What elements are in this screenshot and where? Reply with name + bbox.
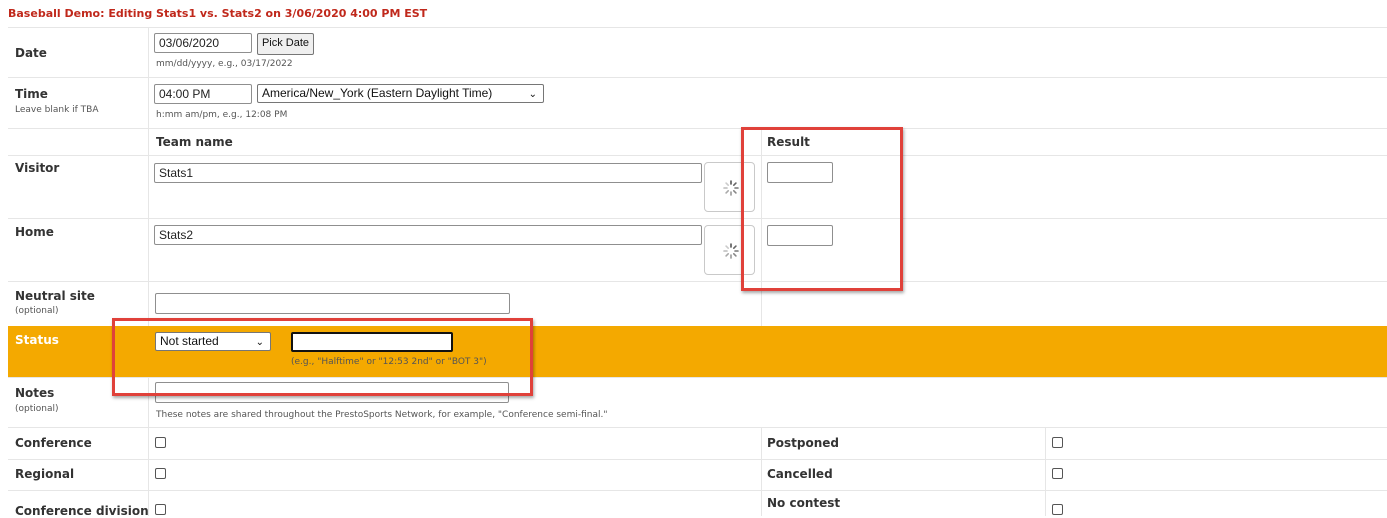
timezone-selected: America/New_York (Eastern Daylight Time) [262, 86, 493, 100]
result-highlight-box [741, 127, 903, 291]
home-team-input[interactable]: Stats2 [154, 225, 702, 245]
loading-spinner-icon [723, 243, 739, 259]
date-label: Date [15, 46, 47, 60]
chevron-down-icon: ⌄ [528, 89, 537, 100]
postponed-label: Postponed [767, 436, 840, 450]
page-title: Baseball Demo: Editing Stats1 vs. Stats2… [8, 7, 428, 20]
conference-division-checkbox[interactable] [155, 504, 166, 515]
neutral-site-sublabel: (optional) [15, 306, 59, 316]
no-contest-label: No contest [767, 496, 841, 510]
neutral-site-input[interactable] [155, 293, 510, 314]
time-hint: h:mm am/pm, e.g., 12:08 PM [156, 110, 288, 120]
notes-label: Notes [15, 386, 55, 400]
status-label: Status [15, 333, 59, 347]
notes-hint: These notes are shared throughout the Pr… [156, 410, 608, 420]
timezone-select[interactable]: America/New_York (Eastern Daylight Time)… [257, 84, 544, 103]
visitor-team-input[interactable]: Stats1 [154, 163, 702, 183]
time-label: Time [15, 87, 48, 101]
regional-label: Regional [15, 467, 75, 481]
conference-label: Conference [15, 436, 92, 450]
time-sublabel: Leave blank if TBA [15, 105, 99, 115]
regional-checkbox[interactable] [155, 468, 166, 479]
visitor-label: Visitor [15, 161, 60, 175]
date-hint: mm/dd/yyyy, e.g., 03/17/2022 [156, 59, 293, 69]
cancelled-label: Cancelled [767, 467, 833, 481]
status-highlight-box [112, 318, 533, 396]
loading-spinner-icon [723, 180, 739, 196]
pick-date-button[interactable]: Pick Date [257, 33, 314, 55]
neutral-site-label: Neutral site [15, 289, 95, 303]
home-label: Home [15, 225, 54, 239]
time-field[interactable]: 04:00 PM [154, 84, 252, 104]
cancelled-checkbox[interactable] [1052, 468, 1063, 479]
postponed-checkbox[interactable] [1052, 437, 1063, 448]
conference-checkbox[interactable] [155, 437, 166, 448]
no-contest-checkbox[interactable] [1052, 504, 1063, 515]
team-name-header: Team name [156, 135, 233, 149]
notes-sublabel: (optional) [15, 404, 59, 414]
date-field[interactable]: 03/06/2020 [154, 33, 252, 53]
